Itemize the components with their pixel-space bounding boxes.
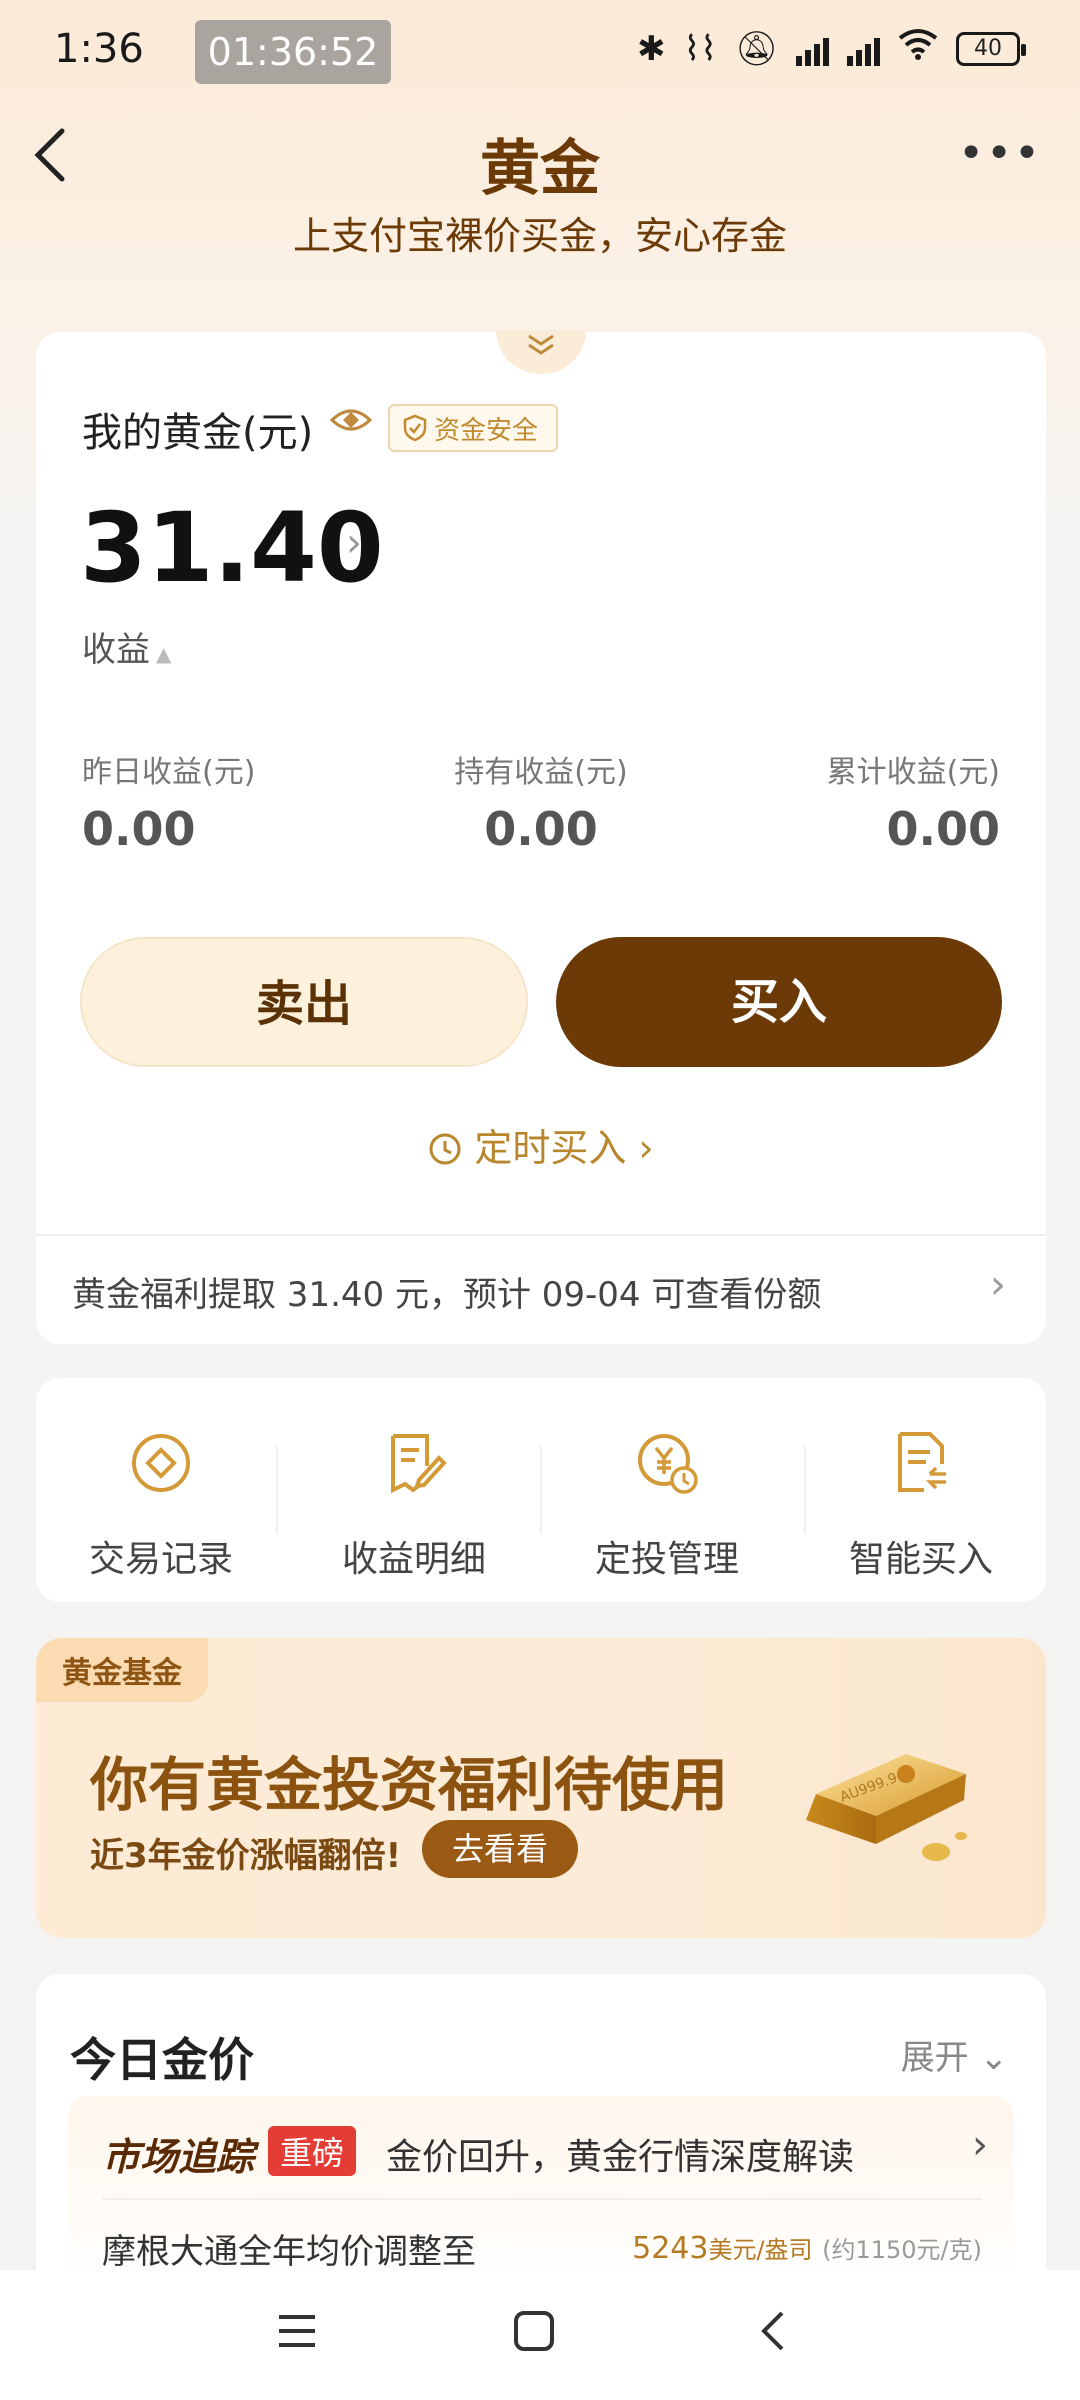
signal-2-icon — [847, 32, 880, 66]
headline-badge: 重磅 — [268, 2126, 357, 2176]
news-price-unit: 美元/盎司 — [708, 2236, 813, 2264]
quick-action-investment-plan[interactable]: 定投管理 — [542, 1428, 792, 1582]
earnings-label: 收益 — [82, 630, 150, 670]
promo-subtitle: 近3年金价涨幅翻倍! — [90, 1836, 402, 1876]
quick-action-label: 收益明细 — [341, 1539, 486, 1580]
stat-total-value: 0.00 — [886, 802, 1001, 856]
my-gold-label: 我的黄金(元) — [82, 410, 314, 456]
chevron-down-icon: ⌄ — [979, 2038, 1009, 2078]
chevron-right-icon: › — [638, 1126, 654, 1170]
stat-yesterday-value: 0.00 — [82, 802, 196, 856]
divider — [102, 2198, 982, 2200]
status-icons: ✱ ⌇⌇ 🔕︎ 40 — [637, 28, 1026, 69]
expand-label: 展开 — [900, 2038, 969, 2078]
earnings-detail-icon — [391, 1434, 447, 1494]
amount-chevron-right-icon[interactable]: › — [346, 520, 362, 566]
divider — [36, 1234, 1046, 1236]
collapse-toggle[interactable] — [496, 330, 586, 374]
expand-button[interactable]: 展开 ⌄ — [901, 2030, 1008, 2079]
promo-title: 你有黄金投资福利待使用 — [90, 1751, 729, 1819]
shield-icon — [403, 414, 427, 442]
menu-icon — [279, 2315, 315, 2347]
quick-action-label: 智能买入 — [848, 1539, 993, 1580]
square-home-icon — [514, 2311, 554, 2351]
news-price-value: 5243 — [632, 2231, 709, 2266]
status-bar: 1:36 01:36:52 ✱ ⌇⌇ 🔕︎ 40 — [0, 0, 1080, 100]
chevron-right-icon[interactable]: › — [972, 2122, 988, 2168]
nav-back-button[interactable] — [752, 2302, 796, 2367]
smart-buy-icon — [898, 1432, 946, 1492]
news-price-estimate: (约1150元/克) — [822, 2236, 982, 2264]
quick-action-transactions[interactable]: 交易记录 — [36, 1428, 286, 1582]
stat-holding-value: 0.00 — [484, 802, 598, 856]
market-tracking-panel[interactable]: 市场追踪 重磅 金价回升，黄金行情深度解读 › 摩根大通全年均价调整至 5243… — [68, 2096, 1014, 2296]
menu-button[interactable] — [275, 2302, 319, 2367]
home-button[interactable] — [512, 2302, 556, 2367]
clock-icon — [429, 1133, 461, 1165]
eye-icon[interactable] — [330, 404, 372, 436]
quick-action-earnings-detail[interactable]: 收益明细 — [289, 1428, 539, 1582]
quick-action-label: 定投管理 — [594, 1539, 739, 1580]
investment-plan-icon — [638, 1434, 698, 1494]
market-headline: 金价回升，黄金行情深度解读 — [386, 2137, 855, 2178]
earnings-toggle[interactable]: 收益 ▲ — [82, 622, 171, 671]
timed-buy-link[interactable]: 定时买入 › — [36, 1117, 1046, 1172]
double-chevron-down-icon — [528, 334, 554, 355]
stat-holding-label: 持有收益(元) — [454, 755, 628, 790]
system-nav-bar — [0, 2270, 1080, 2400]
page-title: 黄金 — [480, 134, 600, 204]
page-subtitle: 上支付宝裸价买金，安心存金 — [292, 214, 787, 258]
quick-actions-card: 交易记录 收益明细 定投管理 智能买入 — [36, 1378, 1046, 1602]
more-options-button[interactable]: ••• — [958, 128, 1042, 179]
triangle-up-icon: ▲ — [156, 642, 172, 666]
chevron-left-icon — [761, 2311, 784, 2351]
gold-page: 1:36 01:36:52 ✱ ⌇⌇ 🔕︎ 40 黄金 上支付宝裸价买金，安心存… — [0, 0, 1080, 2400]
battery-icon: 40 — [956, 31, 1026, 66]
separator — [276, 1446, 278, 1534]
stat-yesterday-label: 昨日收益(元) — [82, 755, 256, 790]
signal-icon — [796, 32, 829, 66]
clock: 1:36 — [54, 26, 144, 72]
benefit-notice[interactable]: 黄金福利提取 31.40 元，预计 09-04 可查看份额 — [72, 1267, 821, 1316]
wifi-icon — [898, 28, 938, 69]
promo-banner[interactable]: 黄金基金 你有黄金投资福利待使用 近3年金价涨幅翻倍! 去看看 AU999.9 — [36, 1638, 1046, 1938]
quick-action-label: 交易记录 — [88, 1539, 233, 1580]
news-price: 5243美元/盎司 (约1150元/克) — [632, 2230, 982, 2266]
earbuds-icon: ⌇⌇ — [683, 28, 717, 69]
promo-button[interactable]: 去看看 — [422, 1820, 578, 1878]
recording-timer: 01:36:52 — [195, 20, 391, 84]
stat-total-label: 累计收益(元) — [826, 755, 1000, 790]
news-text: 摩根大通全年均价调整至 — [102, 2232, 476, 2272]
mute-bell-icon: 🔕︎ — [734, 28, 778, 69]
gold-price-title: 今日金价 — [70, 2033, 254, 2087]
gold-amount[interactable]: 31.40 — [80, 492, 384, 604]
bluetooth-icon: ✱ — [637, 28, 666, 69]
fund-safety-badge[interactable]: 资金安全 — [388, 404, 559, 452]
benefit-chevron-right-icon[interactable]: › — [990, 1262, 1006, 1308]
gold-bar-icon: AU999.9 — [806, 1754, 967, 1861]
sell-button[interactable]: 卖出 — [80, 937, 528, 1067]
gold-holding-card: 我的黄金(元) 资金安全 31.40 › 收益 ▲ 昨日收益(元) 0.00 持有… — [36, 330, 1046, 1344]
record-icon — [132, 1434, 190, 1492]
quick-action-smart-buy[interactable]: 智能买入 — [796, 1428, 1046, 1582]
timed-buy-label: 定时买入 — [474, 1126, 627, 1170]
promo-tag: 黄金基金 — [36, 1638, 208, 1702]
buy-button[interactable]: 买入 — [556, 937, 1002, 1067]
market-tracking-logo: 市场追踪 — [102, 2135, 255, 2179]
fund-safety-label: 资金安全 — [434, 415, 539, 446]
